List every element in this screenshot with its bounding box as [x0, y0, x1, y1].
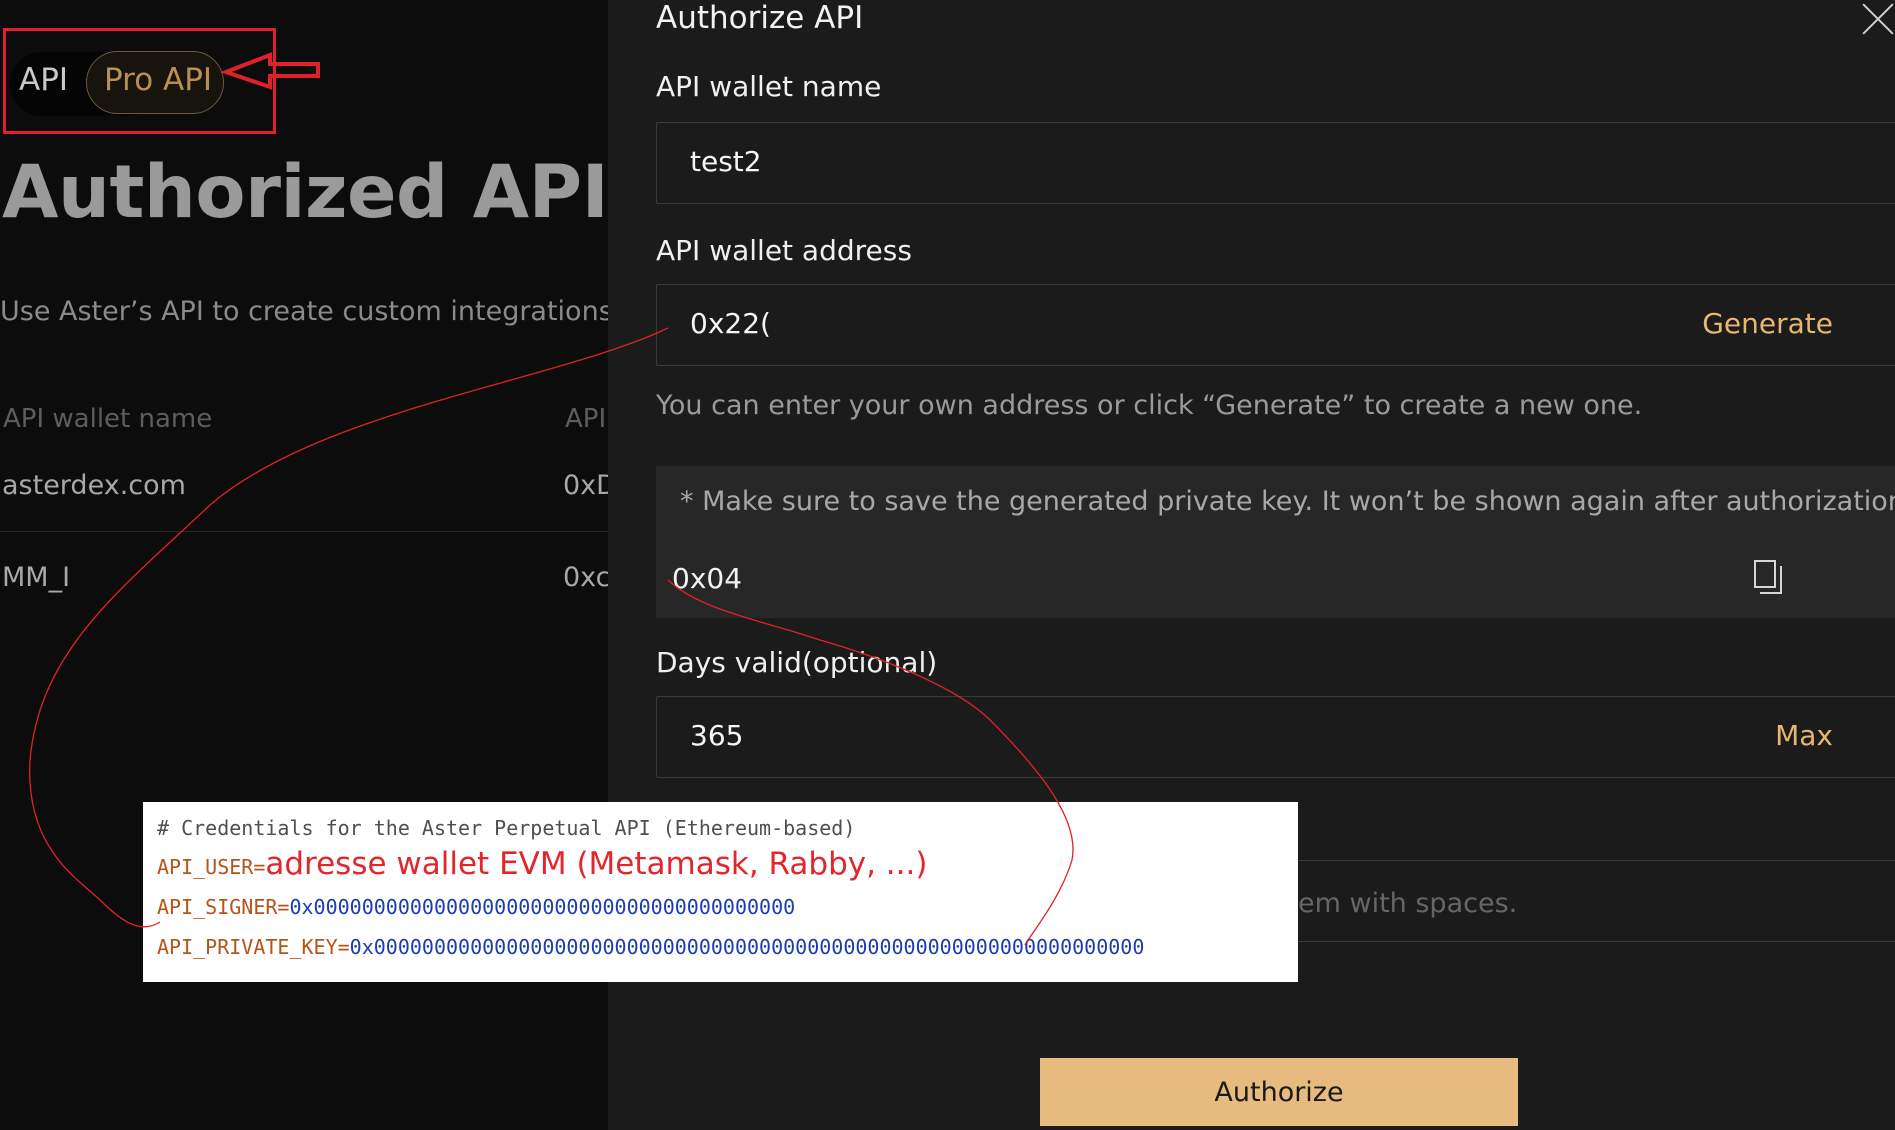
- wallet-name-value: test2: [690, 145, 762, 178]
- api-signer-key: API_SIGNER=: [157, 895, 290, 919]
- private-key-box: * Make sure to save the generated privat…: [656, 466, 1895, 618]
- table-header-name: API wallet name: [3, 404, 213, 434]
- table-row-address: 0xD: [563, 470, 610, 501]
- days-valid-field[interactable]: 365 Max: [656, 696, 1895, 778]
- max-button[interactable]: Max: [1775, 719, 1833, 752]
- address-hint: You can enter your own address or click …: [656, 390, 1643, 421]
- warning-star: *: [680, 486, 694, 517]
- warning-text: Make sure to save the generated private …: [702, 486, 1895, 517]
- api-user-key: API_USER=: [157, 855, 266, 879]
- table-row-name: MM_I: [2, 562, 71, 593]
- wallet-address-label: API wallet address: [656, 234, 912, 267]
- table-row-name: asterdex.com: [2, 470, 186, 501]
- api-signer-value: 0x00000000000000000000000000000000000000…: [289, 895, 796, 919]
- wallet-name-field[interactable]: test2: [656, 122, 1895, 204]
- code-comment: # Credentials for the Aster Perpetual AP…: [157, 816, 856, 840]
- generate-button[interactable]: Generate: [1702, 307, 1833, 340]
- code-overlay: # Credentials for the Aster Perpetual AP…: [143, 802, 1298, 982]
- private-key-warning: * Make sure to save the generated privat…: [680, 486, 1895, 517]
- api-signer-line: API_SIGNER=0x000000000000000000000000000…: [157, 895, 795, 919]
- table-row-address: 0xc: [563, 562, 610, 593]
- api-user-note: adresse wallet EVM (Metamask, Rabby, ...…: [265, 846, 928, 882]
- page-title: Authorized API wa: [2, 150, 610, 235]
- authorize-button[interactable]: Authorize: [1040, 1058, 1518, 1126]
- annotation-box: [3, 28, 276, 134]
- api-private-key-key: API_PRIVATE_KEY=: [157, 935, 350, 959]
- private-key-value: 0x04: [672, 562, 743, 595]
- table-header-address: API: [565, 404, 607, 434]
- close-icon[interactable]: [1863, 2, 1895, 34]
- api-private-key-value: 0x00000000000000000000000000000000000000…: [349, 935, 1145, 959]
- days-valid-label: Days valid(optional): [656, 646, 938, 679]
- days-valid-value: 365: [690, 719, 744, 752]
- api-private-key-line: API_PRIVATE_KEY=0x0000000000000000000000…: [157, 935, 1144, 959]
- row-divider: [0, 531, 610, 532]
- wallet-address-field[interactable]: 0x22( Generate: [656, 284, 1895, 366]
- modal-title: Authorize API: [656, 0, 864, 36]
- partial-hint: em with spaces.: [1298, 888, 1518, 919]
- wallet-name-label: API wallet name: [656, 70, 882, 103]
- page-description: Use Aster’s API to create custom integra…: [0, 296, 610, 327]
- copy-icon[interactable]: [1754, 560, 1782, 594]
- wallet-address-value: 0x22(: [690, 307, 771, 340]
- api-user-line: API_USER=adresse wallet EVM (Metamask, R…: [157, 846, 927, 882]
